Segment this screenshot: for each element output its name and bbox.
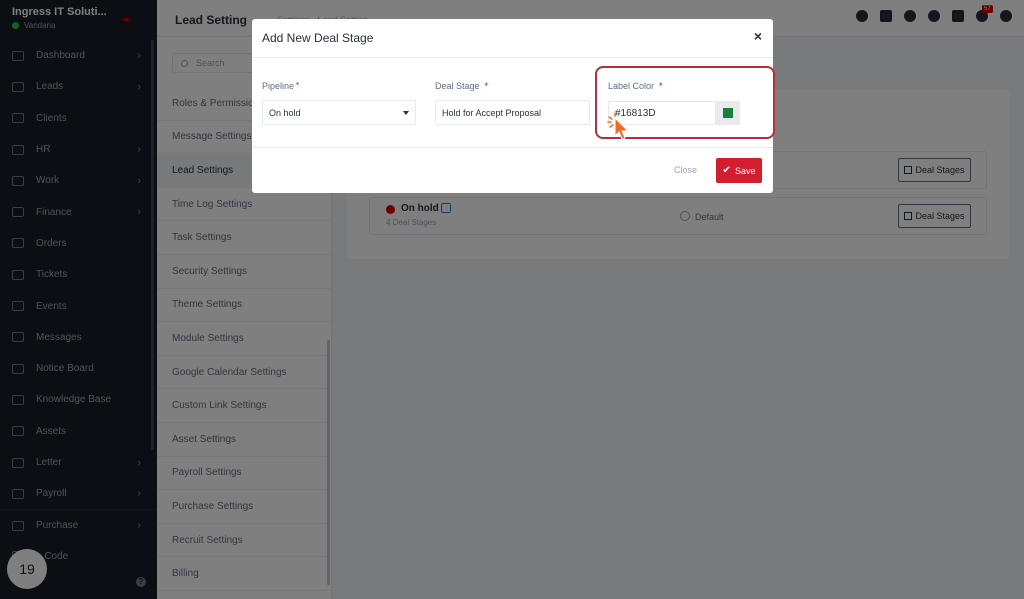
deal-stage-input-value: Hold for Accept Proposal: [442, 107, 542, 118]
deal-stage-label: Deal Stage *: [435, 81, 488, 91]
modal-header: Add New Deal Stage ×: [252, 19, 773, 58]
pointer-cursor-icon: [607, 112, 630, 140]
pipeline-label: Pipeline *: [262, 81, 299, 91]
check-icon: ✔: [722, 165, 731, 176]
close-button[interactable]: Close: [674, 165, 697, 175]
deal-stage-label-text: Deal Stage: [435, 81, 480, 91]
close-icon[interactable]: ×: [754, 29, 762, 43]
required-mark: *: [296, 81, 300, 90]
deal-stage-input[interactable]: Hold for Accept Proposal: [435, 100, 590, 125]
save-button[interactable]: ✔ Save: [716, 158, 762, 183]
modal-footer-divider: [252, 147, 773, 148]
chevron-down-icon: [403, 111, 409, 115]
pipeline-select-value: On hold: [269, 107, 301, 118]
pipeline-label-text: Pipeline: [262, 81, 295, 91]
required-mark: *: [484, 81, 489, 91]
pipeline-select[interactable]: On hold: [262, 100, 416, 125]
modal-title: Add New Deal Stage: [262, 31, 374, 45]
save-button-label: Save: [734, 165, 756, 176]
